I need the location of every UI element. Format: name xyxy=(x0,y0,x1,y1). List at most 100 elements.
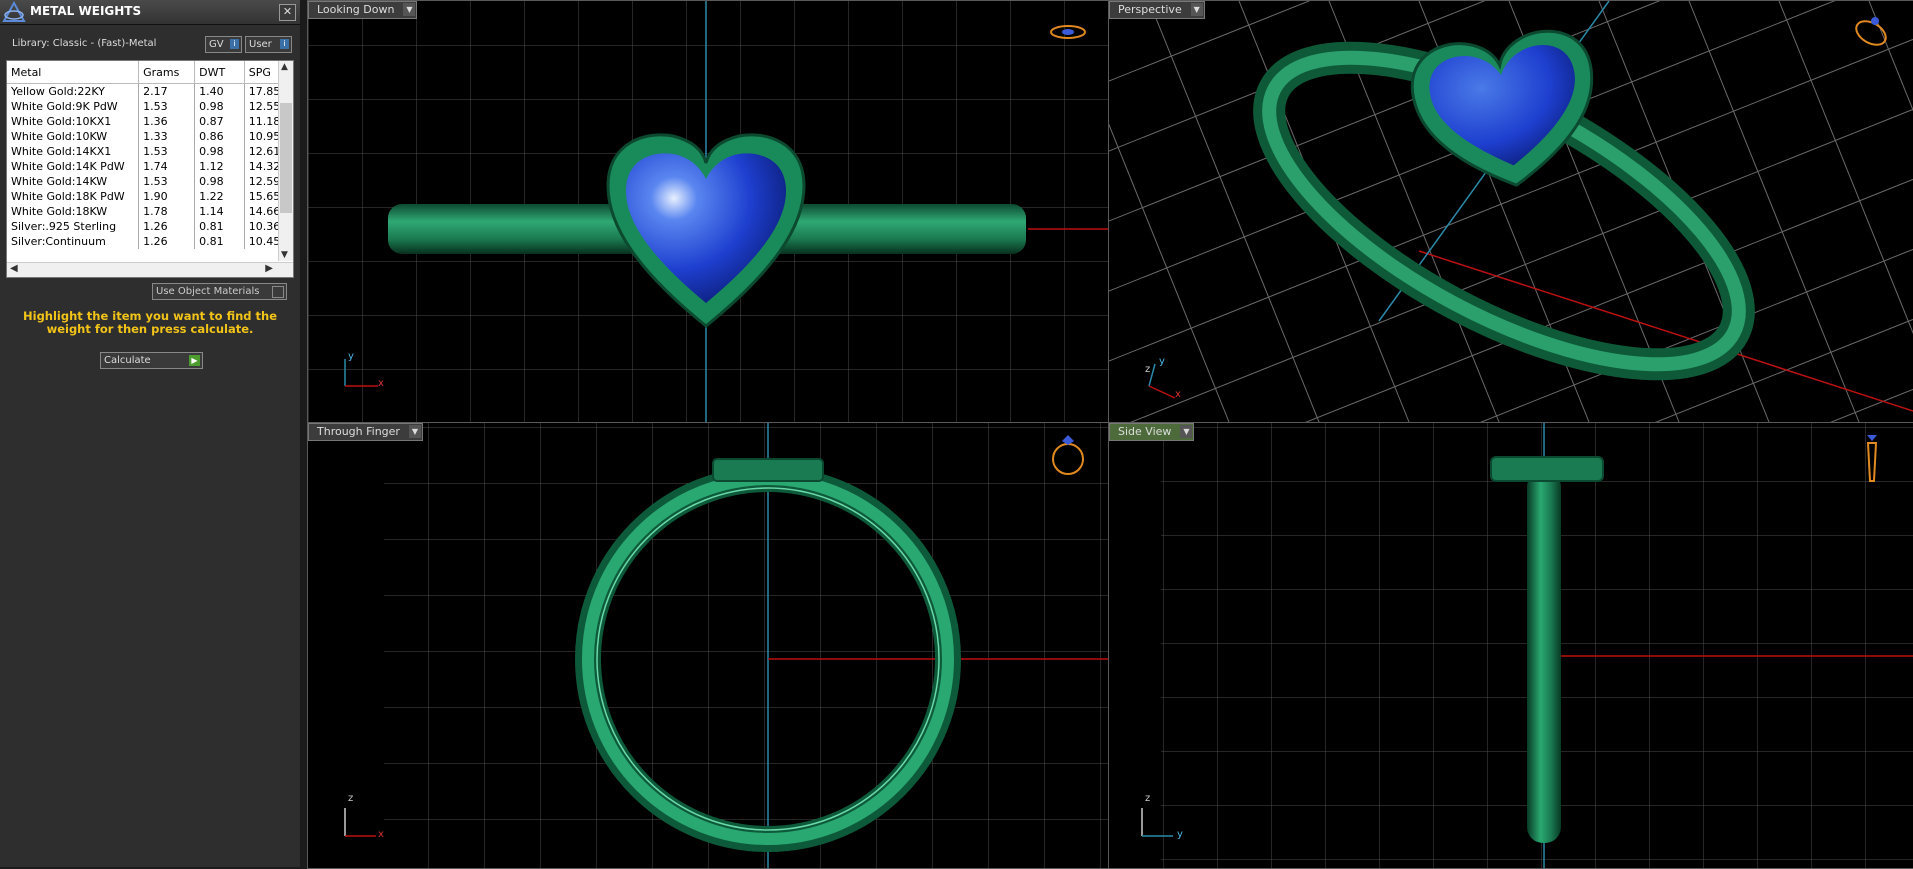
ring-top-view-icon xyxy=(1050,25,1086,39)
app-logo-icon xyxy=(2,1,26,22)
viewport-side-view[interactable]: Side View ▼ z y xyxy=(1108,422,1913,869)
table-cell: Silver:.925 Sterling xyxy=(7,219,140,234)
gv-label: GV xyxy=(209,39,224,50)
table-header-row: Metal Grams DWT SPG xyxy=(7,61,293,84)
metal-table[interactable]: Metal Grams DWT SPG Yellow Gold:22KY 2.17… xyxy=(6,60,294,278)
axis-label-z: z xyxy=(1145,793,1151,804)
table-row[interactable]: White Gold:10KX1 1.36 0.87 11.18 xyxy=(7,114,293,129)
table-cell: White Gold:18KW xyxy=(7,204,140,219)
chevron-down-icon: ▼ xyxy=(408,425,421,438)
info-icon: i xyxy=(280,39,289,49)
table-cell: 0.98 xyxy=(194,174,245,189)
viewport-looking-down[interactable]: Looking Down ▼ y x xyxy=(307,0,1109,423)
calculate-label: Calculate xyxy=(104,355,151,366)
through-finger-canvas xyxy=(384,423,1108,868)
viewport-menu-side-view[interactable]: Side View ▼ xyxy=(1109,423,1195,441)
ring-perspective-icon xyxy=(1855,17,1887,46)
table-cell: White Gold:10KW xyxy=(7,129,140,144)
ring-front-icon xyxy=(1052,435,1084,475)
table-row[interactable]: White Gold:18KW 1.78 1.14 14.66 xyxy=(7,204,293,219)
user-label: User xyxy=(249,39,272,50)
table-cell: 1.40 xyxy=(194,83,245,99)
option-icon xyxy=(272,286,284,298)
close-icon[interactable]: ✕ xyxy=(279,4,296,21)
table-cell: White Gold:18K PdW xyxy=(7,189,140,204)
table-cell: White Gold:14KW xyxy=(7,174,140,189)
scroll-thumb[interactable] xyxy=(280,103,292,213)
scroll-right-icon[interactable]: ▶ xyxy=(265,263,273,274)
play-icon: ▶ xyxy=(189,355,200,366)
instruction-text: Highlight the item you want to find the … xyxy=(23,309,277,336)
table-cell: 1.74 xyxy=(138,159,196,174)
side-view-canvas xyxy=(1161,423,1913,868)
axis-label-x: x xyxy=(378,829,384,840)
horizontal-scrollbar[interactable]: ◀ ▶ xyxy=(7,262,293,277)
table-row[interactable]: White Gold:14KW 1.53 0.98 12.59 xyxy=(7,174,293,189)
table-row[interactable]: White Gold:14KX1 1.53 0.98 12.61 xyxy=(7,144,293,159)
table-cell: 1.14 xyxy=(194,204,245,219)
table-cell: 1.26 xyxy=(138,234,196,249)
vertical-scrollbar[interactable]: ▲ ▼ xyxy=(278,61,293,261)
table-row[interactable]: Silver:Continuum 1.26 0.81 10.45 xyxy=(7,234,293,249)
table-cell: 1.53 xyxy=(138,144,196,159)
info-icon: i xyxy=(230,39,239,49)
viewport-through-finger[interactable]: Through Finger ▼ z x xyxy=(307,422,1109,869)
table-cell: 0.81 xyxy=(194,234,245,249)
column-header-dwt[interactable]: DWT xyxy=(194,61,245,84)
viewport-menu-through-finger[interactable]: Through Finger ▼ xyxy=(308,423,423,441)
table-row[interactable]: White Gold:9K PdW 1.53 0.98 12.55 xyxy=(7,99,293,114)
table-row[interactable]: Yellow Gold:22KY 2.17 1.40 17.85 xyxy=(7,83,293,99)
table-cell: 1.53 xyxy=(138,174,196,189)
table-cell: 0.81 xyxy=(194,219,245,234)
column-header-grams[interactable]: Grams xyxy=(138,61,196,84)
table-cell: 1.78 xyxy=(138,204,196,219)
panel-titlebar: METAL WEIGHTS ✕ xyxy=(0,0,300,25)
table-row[interactable]: White Gold:18K PdW 1.90 1.22 15.65 xyxy=(7,189,293,204)
table-row[interactable]: White Gold:10KW 1.33 0.86 10.95 xyxy=(7,129,293,144)
gv-toggle[interactable]: GV i xyxy=(205,36,242,53)
axis-label-z: z xyxy=(348,793,354,804)
chevron-down-icon: ▼ xyxy=(1180,425,1193,438)
table-cell: White Gold:9K PdW xyxy=(7,99,140,114)
table-row[interactable]: Silver:.925 Sterling 1.26 0.81 10.36 xyxy=(7,219,293,234)
table-cell: 0.98 xyxy=(194,144,245,159)
viewport-menu-looking-down[interactable]: Looking Down ▼ xyxy=(308,1,418,19)
chevron-down-icon: ▼ xyxy=(1190,3,1203,16)
table-row[interactable]: White Gold:14K PdW 1.74 1.12 14.32 xyxy=(7,159,293,174)
table-cell: White Gold:10KX1 xyxy=(7,114,140,129)
ring-side-icon xyxy=(1866,435,1878,482)
use-object-materials-label: Use Object Materials xyxy=(156,286,260,297)
axis-label-y: y xyxy=(1159,356,1165,367)
chevron-down-icon: ▼ xyxy=(403,3,416,16)
table-cell: White Gold:14KX1 xyxy=(7,144,140,159)
table-cell: 1.90 xyxy=(138,189,196,204)
axis-label-z: z xyxy=(1145,364,1151,375)
metal-weights-panel: METAL WEIGHTS ✕ Library: Classic - (Fast… xyxy=(0,0,302,867)
table-cell: 1.12 xyxy=(194,159,245,174)
table-cell: Silver:Continuum xyxy=(7,234,140,249)
table-cell: 2.17 xyxy=(138,83,196,99)
viewport-title: Through Finger xyxy=(317,425,400,438)
viewport-menu-perspective[interactable]: Perspective ▼ xyxy=(1109,1,1205,19)
table-cell: 1.36 xyxy=(138,114,196,129)
column-header-metal[interactable]: Metal xyxy=(7,61,140,84)
table-cell: 1.33 xyxy=(138,129,196,144)
scroll-up-icon[interactable]: ▲ xyxy=(281,62,288,72)
table-cell: White Gold:14K PdW xyxy=(7,159,140,174)
axis-label-x: x xyxy=(1175,389,1181,400)
axis-label-x: x xyxy=(378,378,384,389)
use-object-materials-button[interactable]: Use Object Materials xyxy=(152,283,287,300)
axis-label-y: y xyxy=(1177,829,1183,840)
table-cell: 0.86 xyxy=(194,129,245,144)
table-cell: 1.22 xyxy=(194,189,245,204)
scroll-down-icon[interactable]: ▼ xyxy=(281,250,288,260)
looking-down-canvas xyxy=(308,1,1108,422)
calculate-button[interactable]: Calculate ▶ xyxy=(100,352,203,369)
user-toggle[interactable]: User i xyxy=(245,36,292,53)
viewport-perspective[interactable]: Perspective ▼ y z x xyxy=(1108,0,1913,423)
table-cell: Yellow Gold:22KY xyxy=(7,83,140,99)
viewport-title: Side View xyxy=(1118,425,1172,438)
scroll-left-icon[interactable]: ◀ xyxy=(10,263,18,274)
axis-label-y: y xyxy=(348,351,354,362)
table-cell: 0.87 xyxy=(194,114,245,129)
